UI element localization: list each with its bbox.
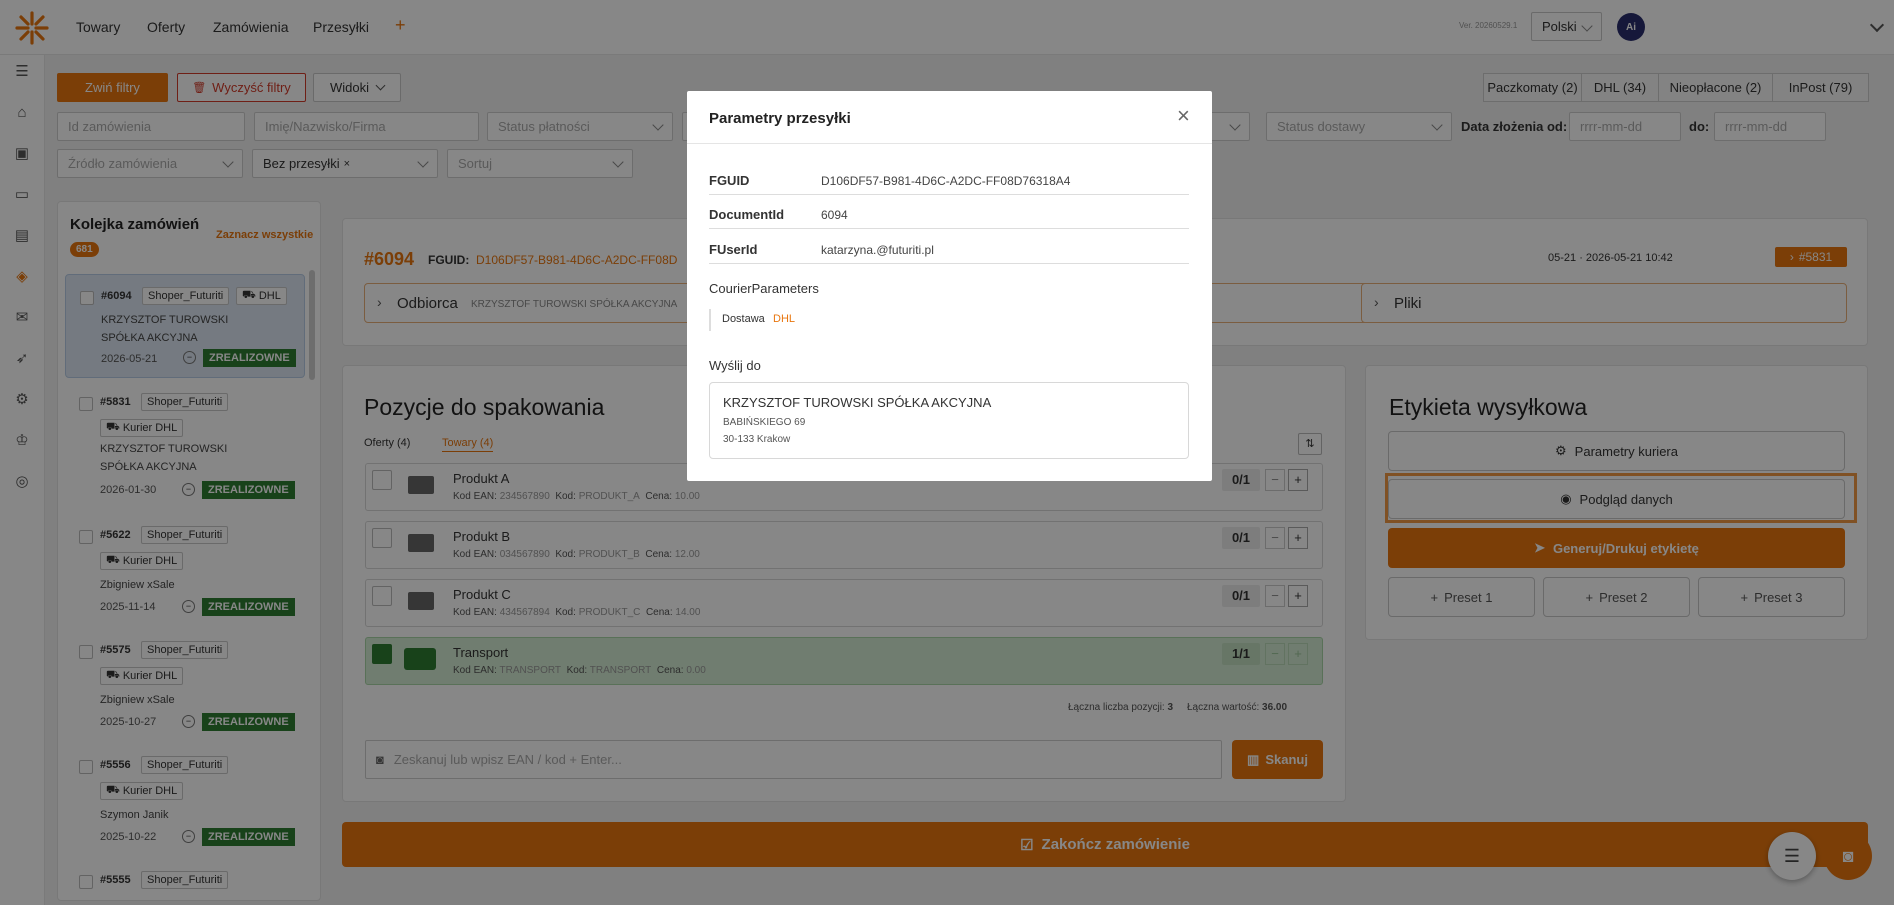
field-label: FUserId [709, 242, 758, 257]
delivery-key: Dostawa [722, 313, 765, 325]
address-box: KRZYSZTOF TUROWSKI SPÓŁKA AKCYJNA BABIŃS… [709, 382, 1189, 459]
ship-to-heading: Wyślij do [709, 358, 761, 373]
field-divider [709, 263, 1189, 264]
user-id-value: katarzyna.@futuriti.pl [821, 243, 934, 257]
courier-params-heading: CourierParameters [709, 281, 819, 296]
shipment-params-modal: Parametry przesyłki × FGUID D106DF57-B98… [687, 91, 1212, 481]
document-id-value: 6094 [821, 208, 848, 222]
delivery-value: DHL [773, 313, 796, 325]
indent-bar [709, 309, 711, 331]
fguid-value: D106DF57-B981-4D6C-A2DC-FF08D76318A4 [821, 174, 1071, 188]
close-icon[interactable]: × [1177, 105, 1190, 127]
address-city: 30-133 Krakow [723, 434, 791, 445]
field-label: FGUID [709, 173, 750, 188]
address-street: BABIŃSKIEGO 69 [723, 417, 806, 428]
field-label: DocumentId [709, 207, 785, 222]
field-divider [709, 228, 1189, 229]
field-divider [709, 194, 1189, 195]
address-name: KRZYSZTOF TUROWSKI SPÓŁKA AKCYJNA [723, 395, 992, 410]
modal-title: Parametry przesyłki [709, 110, 851, 127]
modal-divider [687, 143, 1212, 144]
